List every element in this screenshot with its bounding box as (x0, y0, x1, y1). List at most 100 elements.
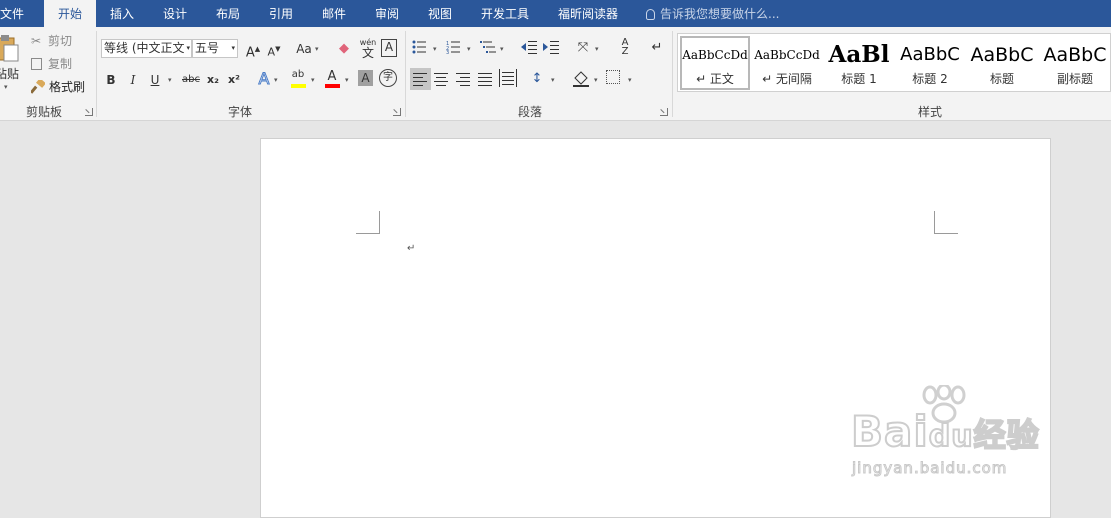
decrease-indent-icon[interactable] (521, 40, 537, 54)
highlight-glyph: ab (291, 69, 305, 80)
character-shading-button[interactable]: A (358, 70, 373, 86)
justify-icon[interactable] (478, 71, 494, 87)
font-color-bar (325, 84, 340, 88)
style-title[interactable]: AaBbC 标题 (967, 38, 1037, 93)
style-subtitle[interactable]: AaBbC 副标题 (1039, 38, 1111, 93)
tab-foxit-reader[interactable]: 福昕阅读器 (558, 0, 618, 27)
chevron-down-icon[interactable]: ▾ (595, 45, 599, 53)
tab-home[interactable]: 开始 (44, 0, 96, 27)
chevron-down-icon[interactable]: ▾ (311, 76, 315, 84)
tab-insert[interactable]: 插入 (110, 0, 134, 27)
clipboard-launcher-icon[interactable] (85, 108, 93, 116)
format-painter-button[interactable]: 格式刷 (29, 78, 86, 96)
group-divider (672, 31, 673, 117)
chevron-down-icon[interactable]: ▾ (500, 45, 504, 53)
tab-developer[interactable]: 开发工具 (481, 0, 529, 27)
change-case-button[interactable]: Aa (293, 40, 315, 58)
highlight-icon[interactable]: ab (289, 69, 307, 89)
enclose-border-icon[interactable]: A (381, 39, 397, 57)
style-heading-1[interactable]: AaBl 标题 1 (824, 38, 894, 93)
font-size-combobox[interactable]: 五号 ▾ (192, 39, 238, 58)
format-painter-label: 格式刷 (49, 80, 86, 94)
phonetic-guide-icon[interactable]: wén 文 (358, 38, 378, 60)
increase-indent-icon[interactable] (543, 40, 559, 54)
watermark-du: du (928, 418, 974, 455)
clipboard-group-label: 剪贴板 (25, 105, 62, 119)
subscript-button[interactable]: x₂ (205, 71, 221, 89)
chevron-down-icon[interactable]: ▾ (594, 76, 598, 84)
line-spacing-icon[interactable]: ↕ (529, 70, 545, 88)
tab-review[interactable]: 审阅 (375, 0, 399, 27)
align-center-icon[interactable] (434, 71, 450, 87)
font-color-glyph: A (327, 69, 337, 84)
chevron-down-icon[interactable]: ▾ (274, 76, 278, 84)
font-name-combobox[interactable]: 等线 (中文正文 ▾ (101, 39, 192, 58)
tab-references[interactable]: 引用 (269, 0, 293, 27)
baidu-watermark: Baidu经验 jingyan.baidu.com (846, 385, 1061, 485)
superscript-button[interactable]: x² (226, 71, 242, 89)
chinese-layout-icon[interactable]: ⤧ (574, 39, 592, 57)
tab-view[interactable]: 视图 (428, 0, 452, 27)
watermark-url: jingyan.baidu.com (851, 459, 1008, 478)
clear-formatting-icon[interactable]: ◆ (335, 40, 353, 58)
chevron-down-icon[interactable]: ▾ (628, 76, 632, 84)
scissors-icon: ✂ (31, 34, 42, 48)
wen-char: 文 (361, 46, 374, 60)
multilevel-list-icon[interactable] (480, 40, 496, 54)
shading-icon[interactable] (572, 69, 590, 87)
group-divider (405, 31, 406, 117)
paragraph-launcher-icon[interactable] (660, 108, 668, 116)
change-case-label: Aa (296, 42, 312, 56)
tab-design[interactable]: 设计 (163, 0, 187, 27)
svg-text:3: 3 (446, 50, 449, 54)
copy-button[interactable]: 复制 (31, 55, 72, 73)
italic-button[interactable]: I (126, 71, 140, 89)
style-normal[interactable]: AaBbCcDd ↵ 正文 (680, 36, 750, 90)
tab-mailings[interactable]: 邮件 (322, 0, 346, 27)
chevron-down-icon[interactable]: ▾ (551, 76, 555, 84)
tell-me-search[interactable]: 告诉我您想要做什么... (646, 0, 779, 27)
font-launcher-icon[interactable] (393, 108, 401, 116)
grow-font-icon[interactable]: A▲ (244, 40, 262, 62)
style-preview: AaBbC (1043, 44, 1107, 66)
align-right-icon[interactable] (456, 71, 472, 87)
cut-label: 剪切 (48, 34, 73, 48)
highlight-color-bar (291, 84, 306, 88)
tab-file[interactable]: 文件 (0, 0, 24, 27)
chevron-down-icon[interactable]: ▾ (315, 45, 319, 53)
paste-dropdown-icon[interactable]: ▾ (4, 83, 8, 91)
chevron-down-icon[interactable]: ▾ (345, 76, 349, 84)
shrink-font-icon[interactable]: A▼ (265, 40, 283, 62)
chevron-down-icon: ▾ (186, 40, 190, 57)
cut-button[interactable]: ✂ 剪切 (31, 32, 72, 50)
styles-group-label: 样式 (917, 105, 942, 119)
show-marks-icon[interactable]: ↵ (650, 39, 664, 57)
chevron-down-icon[interactable]: ▾ (433, 45, 437, 53)
sort-icon[interactable]: AZ (616, 38, 634, 57)
font-color-icon[interactable]: A (324, 69, 340, 89)
tab-layout[interactable]: 布局 (216, 0, 240, 27)
align-left-icon[interactable] (410, 68, 431, 90)
group-divider (96, 31, 97, 117)
paste-button[interactable]: 粘贴 (0, 65, 20, 83)
style-no-spacing[interactable]: AaBbCcDd ↵ 无间隔 (752, 38, 822, 93)
numbering-icon[interactable]: 123 (446, 40, 460, 54)
strikethrough-button[interactable]: abc (180, 71, 202, 89)
style-name: ↵ 正文 (696, 72, 734, 86)
enclose-characters-button[interactable]: 字 (379, 69, 397, 87)
distributed-icon[interactable] (499, 69, 517, 87)
font-name-value: 等线 (中文正文 (104, 41, 185, 55)
bold-button[interactable]: B (104, 71, 118, 89)
style-preview: AaBbC (900, 44, 960, 65)
text-effects-icon[interactable]: A (256, 69, 272, 88)
copy-label: 复制 (48, 57, 73, 71)
underline-button[interactable]: U (148, 71, 162, 89)
chevron-down-icon[interactable]: ▾ (467, 45, 471, 53)
style-heading-2[interactable]: AaBbC 标题 2 (895, 38, 965, 93)
style-name: 标题 (989, 72, 1014, 86)
crop-mark-top-left (356, 211, 380, 234)
chevron-down-icon[interactable]: ▾ (168, 76, 172, 84)
style-name: 副标题 (1056, 72, 1093, 86)
borders-icon[interactable] (606, 70, 620, 84)
bullets-icon[interactable] (412, 40, 426, 54)
